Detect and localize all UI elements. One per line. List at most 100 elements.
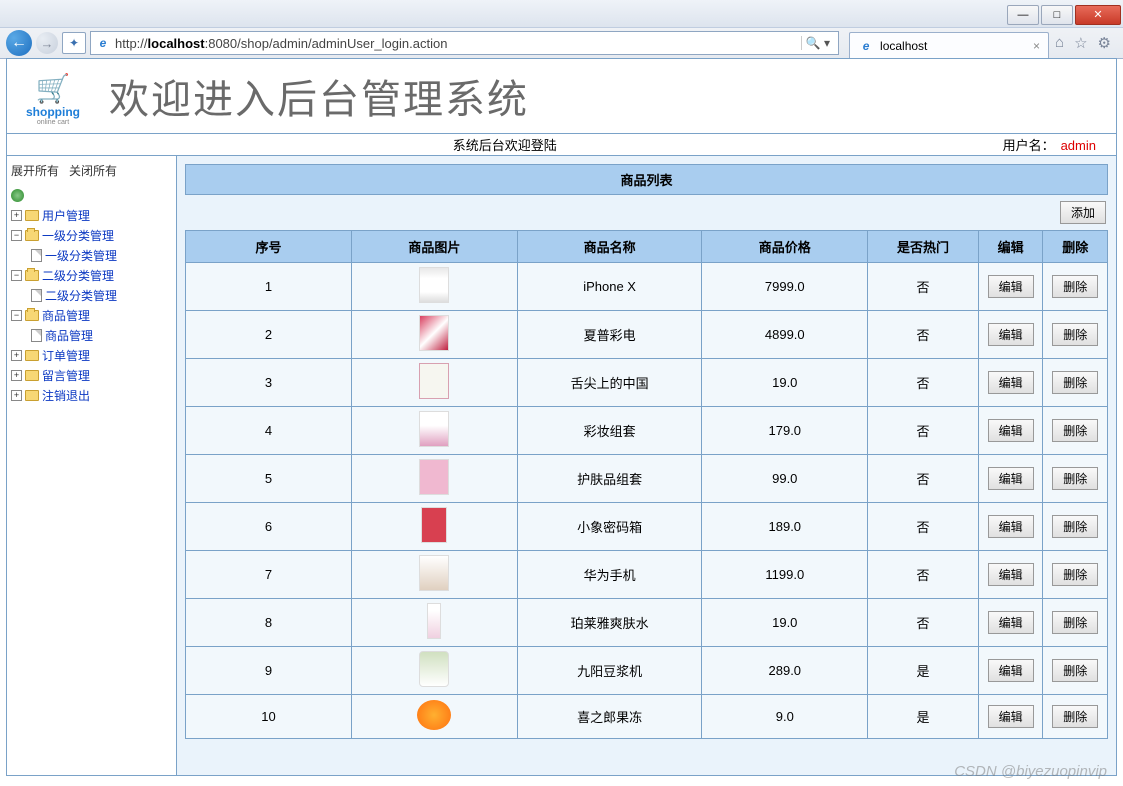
- edit-button[interactable]: 编辑: [988, 371, 1034, 394]
- cell-thumb: [351, 263, 517, 311]
- cart-icon: 🛒: [7, 72, 99, 105]
- globe-icon: [11, 189, 24, 202]
- tree-folder[interactable]: + 用户管理: [11, 205, 172, 225]
- cell-name: 夏普彩电: [517, 311, 701, 359]
- cell-delete: 删除: [1043, 407, 1108, 455]
- cell-hot: 否: [868, 263, 979, 311]
- tree-expander-icon[interactable]: +: [11, 210, 22, 221]
- cell-delete: 删除: [1043, 551, 1108, 599]
- collapse-all-link[interactable]: 关闭所有: [69, 162, 117, 179]
- cell-thumb: [351, 311, 517, 359]
- logo-subtext: online cart: [7, 119, 99, 126]
- cell-hot: 是: [868, 695, 979, 739]
- delete-button[interactable]: 删除: [1052, 515, 1098, 538]
- edit-button[interactable]: 编辑: [988, 467, 1034, 490]
- cell-no: 6: [186, 503, 352, 551]
- edit-button[interactable]: 编辑: [988, 323, 1034, 346]
- edit-button[interactable]: 编辑: [988, 515, 1034, 538]
- table-row: 4彩妆组套179.0否编辑删除: [186, 407, 1108, 455]
- cell-edit: 编辑: [978, 599, 1043, 647]
- cell-hot: 否: [868, 599, 979, 647]
- cell-thumb: [351, 503, 517, 551]
- cell-price: 179.0: [702, 407, 868, 455]
- tree-expander-icon[interactable]: +: [11, 390, 22, 401]
- settings-gear-icon[interactable]: ⚙: [1098, 34, 1111, 52]
- tree-leaf[interactable]: 商品管理: [11, 325, 172, 345]
- add-button[interactable]: 添加: [1060, 201, 1106, 224]
- cell-no: 3: [186, 359, 352, 407]
- address-bar[interactable]: e http://localhost:8080/shop/admin/admin…: [90, 31, 839, 55]
- delete-button[interactable]: 删除: [1052, 419, 1098, 442]
- product-thumbnail: [419, 651, 449, 687]
- delete-button[interactable]: 删除: [1052, 705, 1098, 728]
- table-row: 2夏普彩电4899.0否编辑删除: [186, 311, 1108, 359]
- tree-leaf[interactable]: 一级分类管理: [11, 245, 172, 265]
- product-thumbnail: [421, 507, 447, 543]
- delete-button[interactable]: 删除: [1052, 323, 1098, 346]
- cell-edit: 编辑: [978, 551, 1043, 599]
- tree-node-label: 二级分类管理: [42, 267, 114, 284]
- tab-title: localhost: [880, 39, 927, 53]
- tree-expander-icon[interactable]: −: [11, 270, 22, 281]
- cell-thumb: [351, 407, 517, 455]
- search-dropdown[interactable]: 🔍 ▾: [801, 36, 834, 50]
- forward-button[interactable]: →: [36, 32, 58, 54]
- tree-leaf[interactable]: 二级分类管理: [11, 285, 172, 305]
- tree-expander-icon[interactable]: −: [11, 310, 22, 321]
- folder-icon: [25, 230, 39, 241]
- favorites-icon[interactable]: ☆: [1074, 34, 1087, 52]
- browser-chrome: — □ ✕ ← → ✦ e http://localhost:8080/shop…: [0, 0, 1123, 59]
- main-pane[interactable]: 商品列表 添加 序号商品图片商品名称商品价格是否热门编辑删除 1iPhone X…: [177, 156, 1116, 775]
- home-icon[interactable]: ⌂: [1055, 34, 1064, 52]
- edit-button[interactable]: 编辑: [988, 563, 1034, 586]
- close-tab-icon[interactable]: ×: [1033, 39, 1040, 53]
- back-button[interactable]: ←: [6, 30, 32, 56]
- tree-root[interactable]: [11, 185, 172, 205]
- delete-button[interactable]: 删除: [1052, 563, 1098, 586]
- delete-button[interactable]: 删除: [1052, 611, 1098, 634]
- folder-icon: [25, 350, 39, 361]
- nav-tree: +用户管理−一级分类管理一级分类管理−二级分类管理二级分类管理−商品管理商品管理…: [11, 185, 172, 405]
- window-maximize-button[interactable]: □: [1041, 5, 1073, 25]
- delete-button[interactable]: 删除: [1052, 371, 1098, 394]
- cell-hot: 否: [868, 359, 979, 407]
- tree-expander-icon[interactable]: −: [11, 230, 22, 241]
- tree-node-label: 用户管理: [42, 207, 90, 224]
- browser-tab[interactable]: e localhost ×: [849, 32, 1049, 58]
- edit-button[interactable]: 编辑: [988, 611, 1034, 634]
- edit-button[interactable]: 编辑: [988, 275, 1034, 298]
- tree-node-label: 一级分类管理: [45, 247, 117, 264]
- delete-button[interactable]: 删除: [1052, 659, 1098, 682]
- cell-hot: 否: [868, 503, 979, 551]
- product-thumbnail: [419, 555, 449, 591]
- tree-folder[interactable]: −商品管理: [11, 305, 172, 325]
- cell-name: 华为手机: [517, 551, 701, 599]
- tree-folder[interactable]: +订单管理: [11, 345, 172, 365]
- user-name: admin: [1061, 138, 1096, 153]
- delete-button[interactable]: 删除: [1052, 467, 1098, 490]
- cell-edit: 编辑: [978, 311, 1043, 359]
- product-table: 序号商品图片商品名称商品价格是否热门编辑删除 1iPhone X7999.0否编…: [185, 230, 1108, 739]
- tree-folder[interactable]: −一级分类管理: [11, 225, 172, 245]
- expand-all-link[interactable]: 展开所有: [11, 162, 59, 179]
- tree-folder[interactable]: − 二级分类管理: [11, 265, 172, 285]
- edit-button[interactable]: 编辑: [988, 659, 1034, 682]
- compat-view-button[interactable]: ✦: [62, 32, 86, 54]
- delete-button[interactable]: 删除: [1052, 275, 1098, 298]
- cell-name: 护肤品组套: [517, 455, 701, 503]
- edit-button[interactable]: 编辑: [988, 705, 1034, 728]
- cell-price: 189.0: [702, 503, 868, 551]
- cell-no: 1: [186, 263, 352, 311]
- tree-folder[interactable]: +留言管理: [11, 365, 172, 385]
- cell-no: 5: [186, 455, 352, 503]
- product-thumbnail: [419, 315, 449, 351]
- cell-thumb: [351, 551, 517, 599]
- window-minimize-button[interactable]: —: [1007, 5, 1039, 25]
- tree-folder[interactable]: +注销退出: [11, 385, 172, 405]
- column-header: 商品图片: [351, 231, 517, 263]
- watermark: CSDN @biyezuopinvip: [954, 763, 1107, 780]
- edit-button[interactable]: 编辑: [988, 419, 1034, 442]
- tree-expander-icon[interactable]: +: [11, 350, 22, 361]
- tree-expander-icon[interactable]: +: [11, 370, 22, 381]
- window-close-button[interactable]: ✕: [1075, 5, 1121, 25]
